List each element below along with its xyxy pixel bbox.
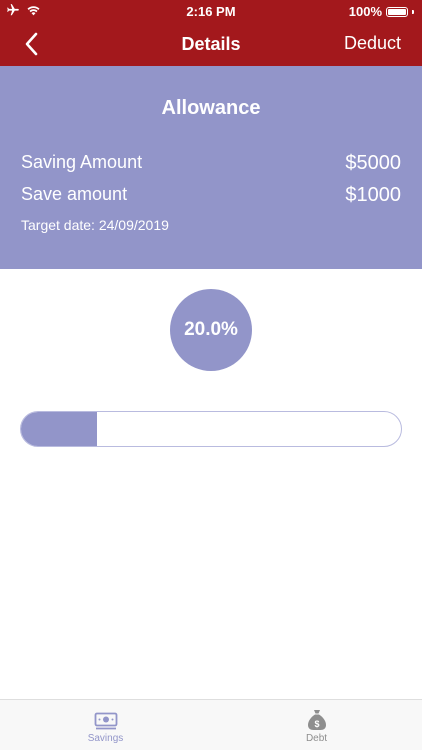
progress-bar-fill [21,412,97,446]
back-button[interactable] [18,30,48,58]
status-bar: 2:16 PM 100% [0,0,422,22]
savings-summary-card: Allowance Saving Amount $5000 Save amoun… [0,66,422,269]
tab-bar: Savings $ Debt [0,699,422,750]
deduct-button[interactable]: Deduct [344,33,401,54]
tab-savings-label: Savings [87,733,124,744]
progress-bar [20,411,402,447]
progress-percent-text: 20.0% [184,319,238,340]
svg-text:$: $ [314,719,319,729]
saving-amount-label: Saving Amount [21,152,143,172]
save-amount-label: Save amount [21,184,128,204]
battery-icon [386,6,408,17]
tab-savings[interactable]: Savings [0,700,211,750]
progress-percent-badge: 20.0% [170,289,252,371]
saving-amount-value: $5000 [345,152,401,174]
status-right: 100% [349,4,414,19]
target-date: Target date: 24/09/2019 [21,217,169,233]
battery-percent: 100% [348,4,382,19]
money-bag-icon: $ [307,710,326,730]
battery-tip [412,9,414,14]
nav-bar: Details Deduct [0,22,422,66]
chevron-left-icon [25,32,38,56]
save-amount-value: $1000 [345,184,401,206]
money-icon [94,712,117,730]
tab-debt[interactable]: $ Debt [211,700,422,750]
save-amount-row: Save amount $1000 [21,184,401,206]
tab-debt-label: Debt [305,733,328,744]
savings-title: Allowance [161,97,261,119]
saving-amount-row: Saving Amount $5000 [21,152,401,174]
